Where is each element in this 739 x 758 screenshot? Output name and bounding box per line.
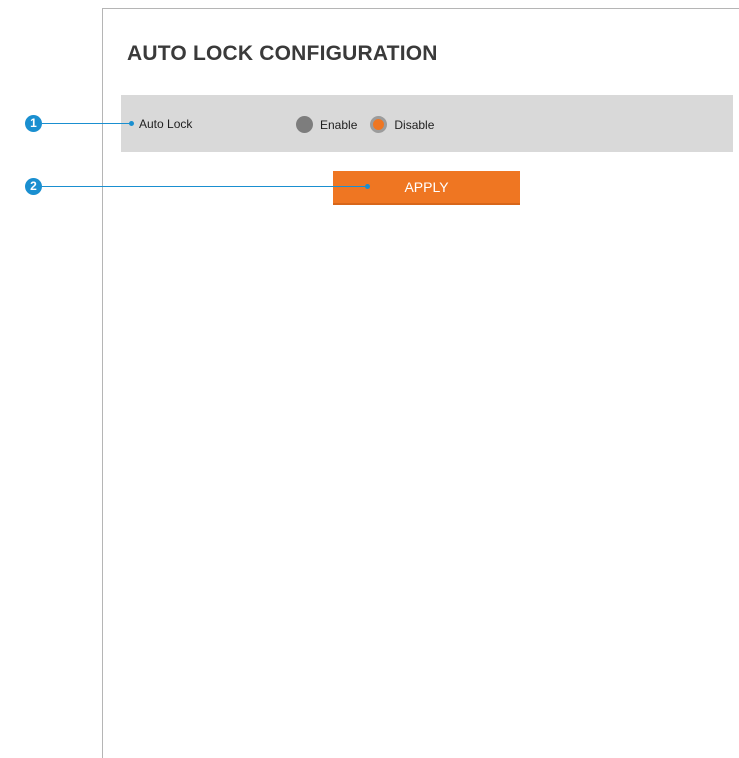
- callout-line-2: [42, 186, 367, 187]
- page-title: AUTO LOCK CONFIGURATION: [127, 42, 438, 65]
- disable-option[interactable]: Disable: [370, 116, 434, 133]
- auto-lock-radio-group: Enable Disable: [296, 116, 434, 133]
- page: AUTO LOCK CONFIGURATION Auto Lock Enable…: [0, 0, 739, 758]
- callout-badge-2: 2: [25, 178, 42, 195]
- callout-dot-2: [365, 184, 370, 189]
- enable-radio[interactable]: [296, 116, 313, 133]
- callout-badge-1: 1: [25, 115, 42, 132]
- callout-dot-1: [129, 121, 134, 126]
- callout-line-1: [42, 123, 131, 124]
- top-divider: [102, 8, 739, 9]
- auto-lock-label: Auto Lock: [139, 117, 193, 131]
- enable-option[interactable]: Enable: [296, 116, 357, 133]
- left-divider: [102, 8, 103, 758]
- disable-radio[interactable]: [370, 116, 388, 133]
- auto-lock-row: Auto Lock Enable Disable: [121, 95, 733, 152]
- apply-button[interactable]: APPLY: [333, 171, 520, 205]
- disable-label: Disable: [394, 117, 435, 132]
- enable-label: Enable: [320, 117, 358, 132]
